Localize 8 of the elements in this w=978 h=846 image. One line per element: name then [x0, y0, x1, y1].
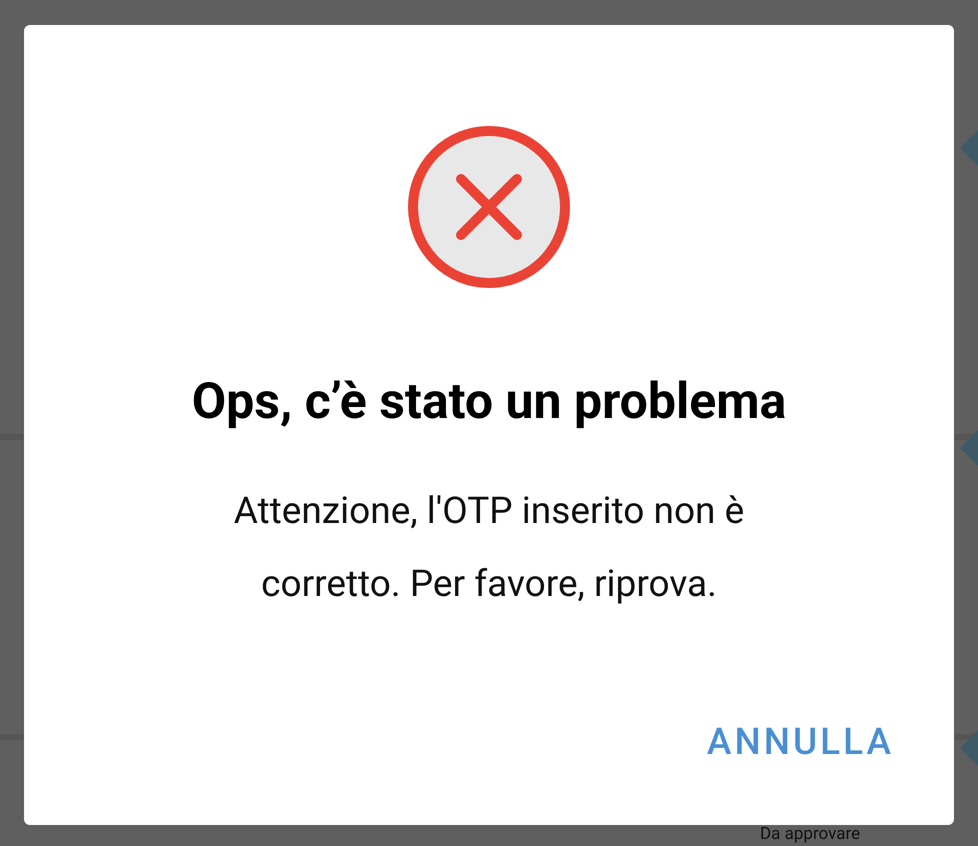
cancel-button[interactable]: ANNULLA	[706, 714, 894, 770]
error-icon	[407, 125, 571, 289]
status-text: Da approvare	[760, 826, 860, 843]
chevron-icon[interactable]	[960, 730, 978, 766]
dialog-message: Attenzione, l'OTP inserito non è corretto. Per favore, riprova.	[232, 489, 746, 608]
chevron-icon[interactable]	[960, 430, 978, 466]
dialog-title: Ops, c’è stato un problema	[192, 377, 786, 427]
chevron-icon[interactable]	[960, 130, 978, 166]
